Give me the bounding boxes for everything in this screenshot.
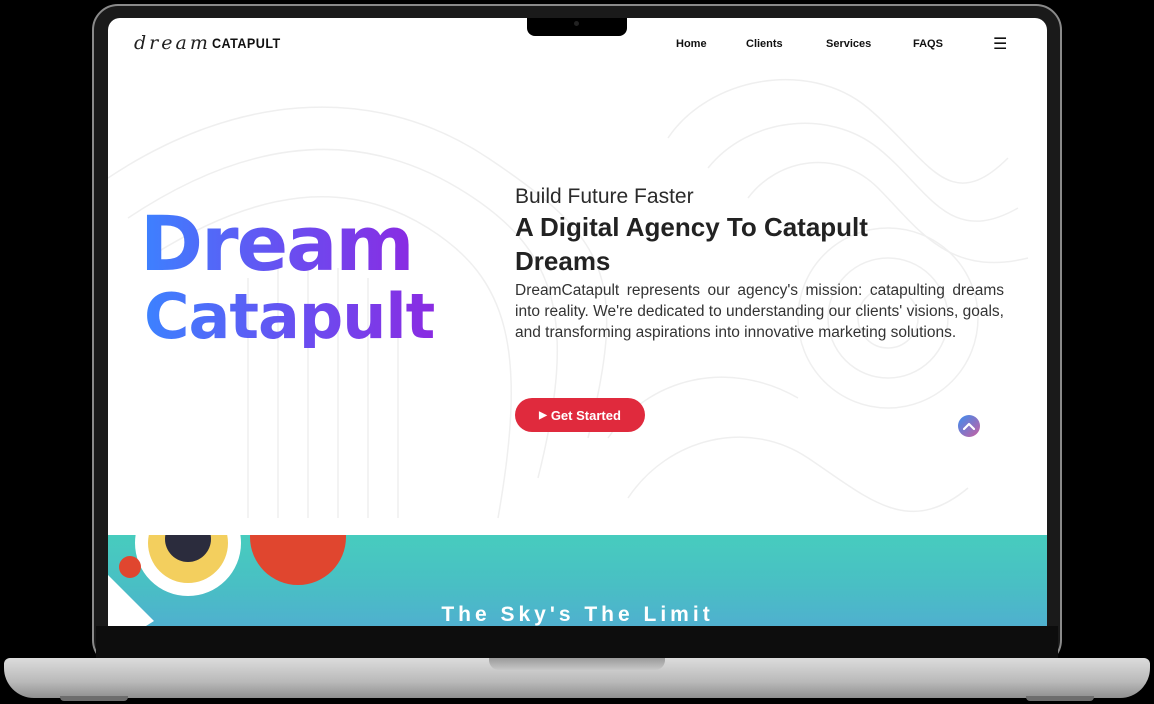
laptop-foot-right xyxy=(1026,696,1094,701)
play-icon: ▶ xyxy=(539,409,547,421)
brand-logo[interactable]: dream CATAPULT xyxy=(134,34,288,53)
hero-big-word-dream: Dream xyxy=(140,199,415,288)
camera-icon xyxy=(574,21,579,26)
sky-limit-section: The Sky's The Limit xyxy=(108,535,1047,626)
logo-script-text: dream xyxy=(134,32,211,54)
laptop-base-groove xyxy=(489,658,665,670)
nav-link-clients[interactable]: Clients xyxy=(746,38,783,50)
hero-kicker: Build Future Faster xyxy=(515,185,694,208)
screen-bottom-bezel xyxy=(96,626,1058,658)
nav-link-home[interactable]: Home xyxy=(676,38,707,50)
get-started-label: Get Started xyxy=(550,407,621,423)
hamburger-menu-icon[interactable]: ☰ xyxy=(993,36,1007,52)
scroll-to-top-button[interactable] xyxy=(958,415,980,437)
hero-description: DreamCatapult represents our agency's mi… xyxy=(515,282,1004,341)
get-started-button[interactable]: ▶ Get Started xyxy=(515,398,645,432)
hero-headline: A Digital Agency To Catapult Dreams xyxy=(515,212,868,276)
section-title: The Sky's The Limit xyxy=(441,603,714,626)
nav-link-services[interactable]: Services xyxy=(826,38,871,50)
camera-notch xyxy=(527,18,627,36)
laptop-foot-left xyxy=(60,696,128,701)
nav-link-faqs[interactable]: FAQS xyxy=(913,38,943,50)
browser-viewport: dream CATAPULT Home Clients Services FAQ… xyxy=(108,18,1047,626)
hero-big-word-catapult: Catapult xyxy=(144,280,435,353)
chevron-up-icon xyxy=(963,422,975,430)
logo-bold-text: CATAPULT xyxy=(211,35,281,51)
